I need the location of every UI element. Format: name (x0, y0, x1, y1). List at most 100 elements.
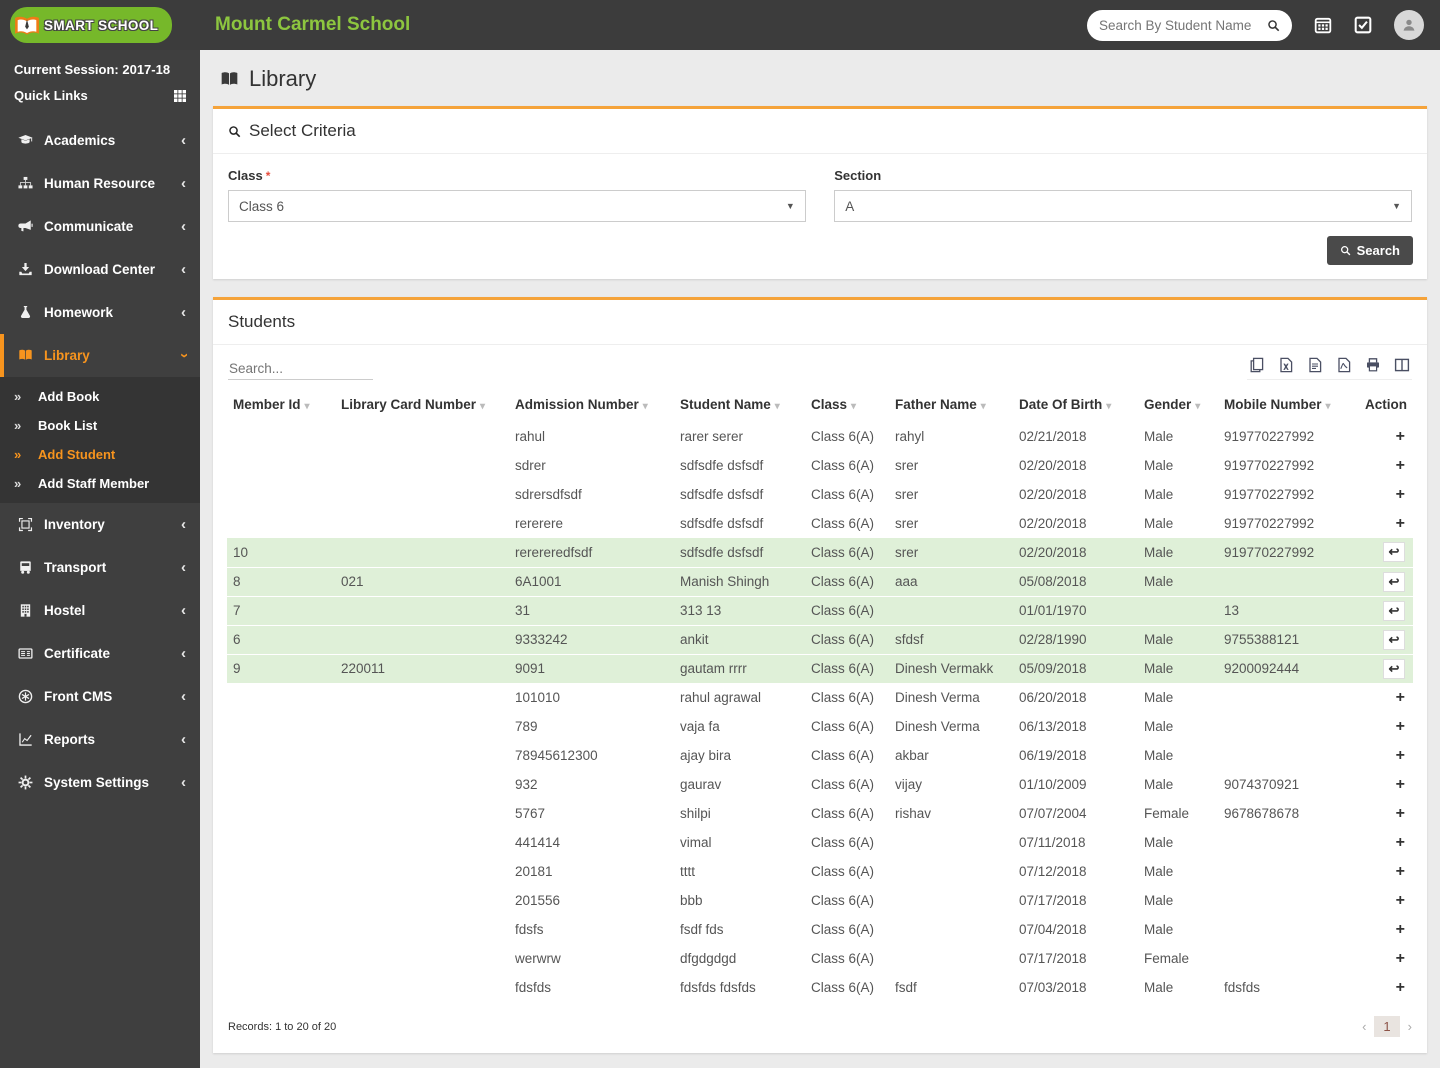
cell-admission-no: 20181 (509, 857, 674, 886)
column-header-library-card-number[interactable]: Library Card Number▾ (335, 388, 509, 422)
add-member-button[interactable]: + (1396, 863, 1405, 880)
table-search-input[interactable] (228, 358, 373, 380)
table-row: sdrersdfsdfe dsfsdfClass 6(A)srer02/20/2… (227, 451, 1413, 480)
sidebar-item-download-center[interactable]: Download Center‹ (0, 248, 200, 291)
sidebar-subitem-add-book[interactable]: »Add Book (0, 382, 200, 411)
add-member-button[interactable]: + (1396, 950, 1405, 967)
cell-mobile (1218, 567, 1354, 596)
column-header-father-name[interactable]: Father Name▾ (889, 388, 1013, 422)
pdf-icon[interactable] (1336, 357, 1352, 373)
return-book-button[interactable]: ↩ (1383, 572, 1405, 592)
add-member-button[interactable]: + (1396, 805, 1405, 822)
search-icon[interactable] (1267, 19, 1280, 32)
cell-member-id: 8 (227, 567, 335, 596)
return-book-button[interactable]: ↩ (1383, 630, 1405, 650)
submenu-item-label: Add Student (38, 447, 115, 462)
sidebar-item-label: Academics (44, 133, 115, 148)
cell-member-id: 6 (227, 625, 335, 654)
cell-card-number (335, 625, 509, 654)
columns-icon[interactable] (1394, 357, 1410, 373)
sidebar-item-transport[interactable]: Transport‹ (0, 546, 200, 589)
cell-member-id (227, 509, 335, 538)
cell-father-name: srer (889, 509, 1013, 538)
cell-mobile (1218, 886, 1354, 915)
app-logo[interactable]: SMART SCHOOL (0, 7, 200, 43)
cell-member-id (227, 886, 335, 915)
return-book-button[interactable]: ↩ (1383, 601, 1405, 621)
chevron-left-icon: ‹ (181, 560, 186, 575)
sidebar-item-inventory[interactable]: Inventory‹ (0, 503, 200, 546)
section-select[interactable]: A ▼ (834, 190, 1412, 222)
avatar[interactable] (1394, 10, 1424, 40)
sidebar-item-system-settings[interactable]: System Settings‹ (0, 761, 200, 804)
column-header-date-of-birth[interactable]: Date Of Birth▾ (1013, 388, 1138, 422)
sidebar-item-library[interactable]: Library‹ (0, 334, 200, 377)
add-member-button[interactable]: + (1396, 428, 1405, 445)
cell-member-id: 9 (227, 654, 335, 683)
print-icon[interactable] (1365, 357, 1381, 373)
cell-dob: 07/17/2018 (1013, 944, 1138, 973)
sidebar-item-academics[interactable]: Academics‹ (0, 119, 200, 162)
sidebar-subitem-add-staff-member[interactable]: »Add Staff Member (0, 469, 200, 498)
sidebar-subitem-book-list[interactable]: »Book List (0, 411, 200, 440)
cell-member-id (227, 741, 335, 770)
sidebar-item-hostel[interactable]: Hostel‹ (0, 589, 200, 632)
sidebar-item-human-resource[interactable]: Human Resource‹ (0, 162, 200, 205)
sidebar-item-communicate[interactable]: Communicate‹ (0, 205, 200, 248)
search-button[interactable]: Search (1327, 236, 1413, 265)
add-member-button[interactable]: + (1396, 457, 1405, 474)
cell-dob: 02/20/2018 (1013, 480, 1138, 509)
add-member-button[interactable]: + (1396, 515, 1405, 532)
cell-gender: Male (1138, 770, 1218, 799)
add-member-button[interactable]: + (1396, 979, 1405, 996)
cell-member-id (227, 451, 335, 480)
grid-icon[interactable] (174, 90, 186, 102)
calendar-icon[interactable] (1314, 16, 1332, 34)
table-row: 10rerereredfsdfsdfsdfe dsfsdfClass 6(A)s… (227, 538, 1413, 567)
cell-mobile (1218, 915, 1354, 944)
column-header-student-name[interactable]: Student Name▾ (674, 388, 805, 422)
column-header-gender[interactable]: Gender▾ (1138, 388, 1218, 422)
caret-down-icon: ▼ (786, 201, 795, 211)
table-row: 932gauravClass 6(A)vijay01/10/2009Male90… (227, 770, 1413, 799)
sidebar-item-front-cms[interactable]: Front CMS‹ (0, 675, 200, 718)
add-member-button[interactable]: + (1396, 834, 1405, 851)
copy-icon[interactable] (1249, 357, 1265, 373)
tasks-icon[interactable] (1354, 16, 1372, 34)
table-row: 20181ttttClass 6(A)07/12/2018Male+ (227, 857, 1413, 886)
sidebar-item-reports[interactable]: Reports‹ (0, 718, 200, 761)
column-header-mobile-number[interactable]: Mobile Number▾ (1218, 388, 1354, 422)
column-header-action[interactable]: Action (1354, 388, 1413, 422)
text-file-icon[interactable] (1307, 357, 1323, 373)
sort-icon: ▾ (480, 401, 485, 412)
sidebar-item-homework[interactable]: Homework‹ (0, 291, 200, 334)
students-table: Member Id▾Library Card Number▾Admission … (227, 388, 1413, 1002)
class-select[interactable]: Class 6 ▼ (228, 190, 806, 222)
add-member-button[interactable]: + (1396, 689, 1405, 706)
add-member-button[interactable]: + (1396, 892, 1405, 909)
cell-father-name (889, 857, 1013, 886)
return-book-button[interactable]: ↩ (1383, 659, 1405, 679)
cell-student-name: rarer serer (674, 422, 805, 451)
add-member-button[interactable]: + (1396, 486, 1405, 503)
add-member-button[interactable]: + (1396, 776, 1405, 793)
sidebar-subitem-add-student[interactable]: »Add Student (0, 440, 200, 469)
add-member-button[interactable]: + (1396, 718, 1405, 735)
prev-page-arrow[interactable]: ‹ (1362, 1019, 1366, 1034)
chevron-left-icon: ‹ (181, 517, 186, 532)
add-member-button[interactable]: + (1396, 747, 1405, 764)
next-page-arrow[interactable]: › (1408, 1019, 1412, 1034)
table-row: 5767shilpiClass 6(A)rishav07/07/2004Fema… (227, 799, 1413, 828)
bus-icon (18, 560, 44, 575)
column-header-class[interactable]: Class▾ (805, 388, 889, 422)
column-header-admission-number[interactable]: Admission Number▾ (509, 388, 674, 422)
cell-gender: Male (1138, 712, 1218, 741)
return-book-button[interactable]: ↩ (1383, 542, 1405, 562)
excel-icon[interactable] (1278, 357, 1294, 373)
page-number[interactable]: 1 (1374, 1016, 1399, 1037)
student-search-input[interactable] (1099, 18, 1267, 33)
column-header-member-id[interactable]: Member Id▾ (227, 388, 335, 422)
sidebar-item-certificate[interactable]: Certificate‹ (0, 632, 200, 675)
add-member-button[interactable]: + (1396, 921, 1405, 938)
table-row: 731313 13Class 6(A)01/01/197013↩ (227, 596, 1413, 625)
